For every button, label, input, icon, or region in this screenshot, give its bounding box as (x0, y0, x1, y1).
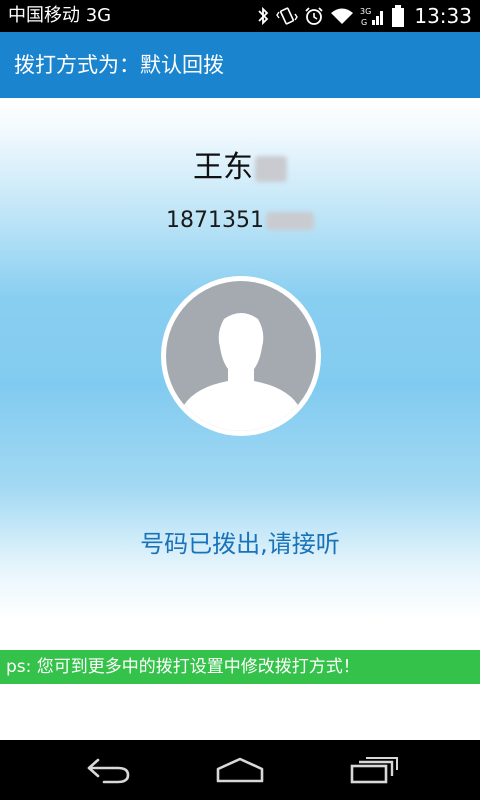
wifi-icon (330, 6, 354, 26)
vibrate-icon (276, 6, 299, 26)
clock: 13:33 (414, 4, 472, 28)
dial-mode-title: 拨打方式为：默认回拨 (14, 53, 224, 77)
call-screen: 中国移动 3G 3G G 13:33 拨打方式为：默认回拨 王东 1871351… (0, 0, 480, 800)
home-icon (216, 757, 264, 783)
contact-name-row: 王东 (0, 142, 480, 186)
default-avatar-icon (166, 281, 316, 431)
navigation-bar (0, 740, 480, 800)
bluetooth-icon (256, 6, 270, 26)
signal-icon: 3G G (360, 5, 386, 27)
blank-area (0, 684, 480, 740)
back-button[interactable] (58, 740, 158, 800)
dial-mode-header: 拨打方式为：默认回拨 (0, 32, 480, 98)
home-button[interactable] (190, 740, 290, 800)
call-panel: 王东 1871351 号码已拨出,请接听 (0, 98, 480, 650)
redacted-name (255, 155, 287, 182)
contact-phone-row: 1871351 (0, 208, 480, 233)
redacted-phone (265, 212, 314, 230)
status-icons: 3G G 13:33 (256, 0, 472, 32)
call-status-text: 号码已拨出,请接听 (140, 530, 340, 558)
contact-name: 王东 (193, 150, 253, 185)
battery-icon (392, 5, 405, 27)
contact-avatar (161, 276, 321, 436)
recent-apps-icon (350, 757, 398, 784)
tip-text: ps: 您可到更多中的拨打设置中修改拨打方式！ (6, 657, 360, 677)
contact-phone: 1871351 (166, 208, 264, 233)
network-type-label: 3G (360, 7, 371, 16)
back-icon (87, 758, 130, 784)
recent-apps-button[interactable] (324, 740, 424, 800)
network-sub-label: G (361, 18, 367, 27)
alarm-icon (304, 6, 324, 26)
carrier-label: 中国移动 3G (8, 5, 112, 26)
tip-bar: ps: 您可到更多中的拨打设置中修改拨打方式！ (0, 650, 480, 684)
status-bar: 中国移动 3G 3G G 13:33 (0, 0, 480, 32)
